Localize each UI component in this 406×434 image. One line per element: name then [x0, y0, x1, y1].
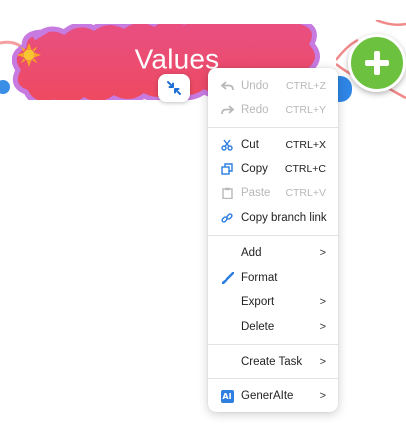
add-topic-button[interactable]: [348, 34, 406, 92]
menu-item-copy-branch-link[interactable]: Copy branch link: [208, 207, 338, 229]
menu-item-label: Paste: [241, 187, 271, 199]
context-menu: Undo CTRL+Z Redo CTRL+Y Cut CTRL+X Copy …: [208, 68, 338, 412]
chevron-right-icon: >: [319, 296, 326, 308]
menu-item-shortcut: CTRL+Z: [286, 80, 326, 92]
menu-item-label: Create Task: [241, 356, 303, 368]
menu-item-label: Add: [241, 247, 262, 259]
menu-item-delete[interactable]: Delete >: [208, 316, 338, 338]
copy-icon: [220, 162, 234, 176]
menu-item-label: Undo: [241, 80, 269, 92]
menu-item-label: Cut: [241, 139, 259, 151]
menu-item-label: Copy branch link: [241, 212, 327, 224]
chevron-right-icon: >: [319, 390, 326, 402]
menu-separator: [208, 344, 338, 345]
collapse-button[interactable]: [158, 74, 190, 102]
plus-icon: [365, 51, 389, 75]
menu-item-format[interactable]: Format: [208, 267, 338, 289]
menu-item-shortcut: CTRL+C: [284, 163, 326, 175]
sun-star-icon: [17, 43, 41, 67]
menu-item-add[interactable]: Add >: [208, 242, 338, 264]
node-title-text: Values: [134, 43, 220, 75]
menu-item-label: Export: [241, 296, 275, 308]
chevron-right-icon: >: [319, 321, 326, 333]
menu-item-shortcut: CTRL+Y: [285, 104, 326, 116]
menu-item-create-task[interactable]: Create Task >: [208, 351, 338, 373]
menu-item-undo[interactable]: Undo CTRL+Z: [208, 75, 338, 97]
menu-item-generaite[interactable]: AI GenerAIte >: [208, 385, 338, 407]
link-icon: [220, 211, 234, 225]
menu-item-label: Delete: [241, 321, 275, 333]
menu-item-label: Redo: [241, 104, 269, 116]
menu-item-shortcut: CTRL+V: [285, 187, 326, 199]
menu-separator: [208, 127, 338, 128]
mindmap-canvas[interactable]: Values Undo CTRL+Z Redo CTRL+Y Cut CTRL+…: [0, 0, 406, 434]
menu-item-copy[interactable]: Copy CTRL+C: [208, 158, 338, 180]
menu-item-label: GenerAIte: [241, 390, 294, 402]
clipboard-icon: [220, 186, 234, 200]
menu-item-label: Copy: [241, 163, 268, 175]
paintbrush-icon: [220, 271, 234, 285]
menu-item-shortcut: CTRL+X: [285, 139, 326, 151]
chevron-right-icon: >: [319, 356, 326, 368]
menu-separator: [208, 235, 338, 236]
menu-item-label: Format: [241, 272, 278, 284]
chevron-right-icon: >: [319, 247, 326, 259]
scissors-icon: [220, 138, 234, 152]
undo-icon: [220, 79, 234, 93]
redo-icon: [220, 103, 234, 117]
menu-item-export[interactable]: Export >: [208, 291, 338, 313]
menu-item-redo[interactable]: Redo CTRL+Y: [208, 99, 338, 121]
menu-item-paste[interactable]: Paste CTRL+V: [208, 182, 338, 204]
collapse-arrows-icon: [167, 81, 181, 95]
ai-badge-icon: AI: [220, 389, 234, 403]
menu-separator: [208, 378, 338, 379]
menu-item-cut[interactable]: Cut CTRL+X: [208, 134, 338, 156]
